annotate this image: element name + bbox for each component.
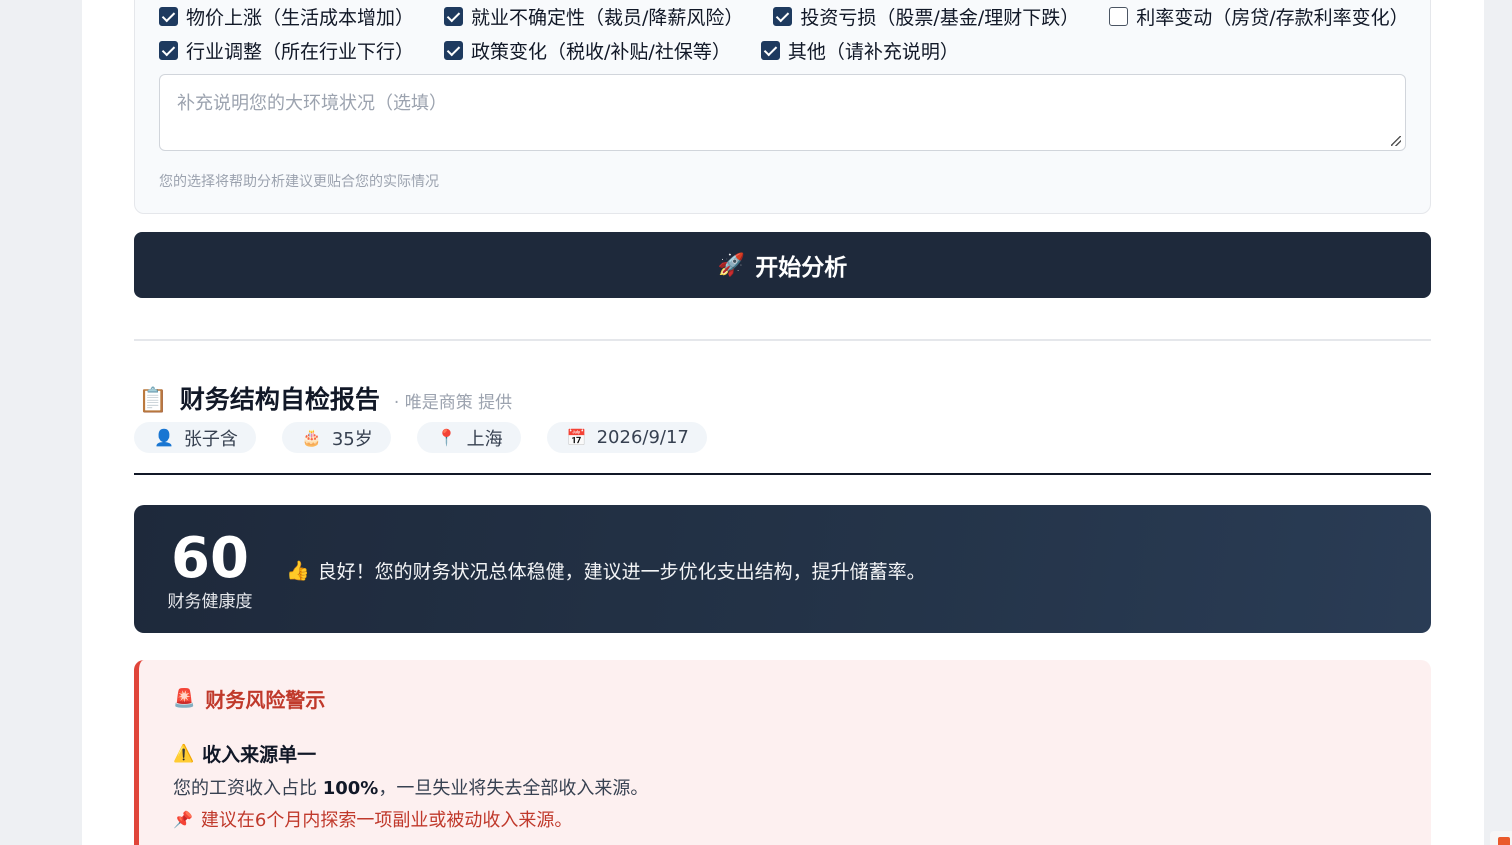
- app-tray-icon[interactable]: [1490, 831, 1512, 845]
- risk-warning-header: 🚨 财务风险警示: [173, 684, 325, 713]
- risk-desc-suffix: ，一旦失业将失去全部收入来源。: [378, 778, 649, 799]
- profile-chip-date: 📅 2026/9/17: [546, 422, 707, 453]
- environment-option-label: 行业调整（所在行业下行）: [186, 41, 415, 63]
- clipboard-icon: 📋: [138, 386, 168, 414]
- environment-option[interactable]: 行业调整（所在行业下行）: [159, 37, 414, 64]
- user-icon: 👤: [154, 428, 174, 447]
- environment-hint: 您的选择将帮助分析建议更贴合您的实际情况: [159, 174, 439, 190]
- risk-warning-card: 🚨 财务风险警示 ⚠️ 收入来源单一 您的工资收入占比 100%，一旦失业将失去…: [134, 660, 1431, 845]
- risk-item-tip: 📌 建议在6个月内探索一项副业或被动收入来源。: [173, 806, 572, 832]
- checkbox-unchecked[interactable]: [1109, 7, 1129, 26]
- environment-options-row-2: 行业调整（所在行业下行） 政策变化（税收/补贴/社保等） 其他（请补充说明）: [159, 37, 989, 64]
- risk-item-description: 您的工资收入占比 100%，一旦失业将失去全部收入来源。: [173, 774, 648, 800]
- report-page: 物价上涨（生活成本增加） 就业不确定性（裁员/降薪风险） 投资亏损（股票/基金/理财…: [82, 0, 1484, 845]
- date-icon: 📅: [566, 428, 587, 447]
- checkbox-checked[interactable]: [444, 41, 464, 60]
- report-header: 📋 财务结构自检报告 · 唯是商策 提供: [138, 380, 512, 416]
- textarea-placeholder: 补充说明您的大环境状况（选填）: [177, 93, 447, 114]
- environment-option[interactable]: 利率变动（房贷/存款利率变化）: [1109, 3, 1409, 30]
- risk-item-title: ⚠️ 收入来源单一: [173, 740, 316, 767]
- rocket-icon: 🚀: [717, 252, 746, 278]
- risk-item-heading: 收入来源单一: [202, 744, 317, 766]
- divider: [134, 339, 1431, 341]
- environment-option-label: 物价上涨（生活成本增加）: [186, 7, 415, 29]
- report-title: 财务结构自检报告: [179, 385, 380, 414]
- risk-desc-prefix: 您的工资收入占比: [173, 778, 323, 799]
- environment-option[interactable]: 物价上涨（生活成本增加）: [159, 3, 414, 30]
- pushpin-icon: 📌: [173, 809, 193, 829]
- profile-chip-location: 📍 上海: [416, 422, 521, 453]
- environment-options-row-1: 物价上涨（生活成本增加） 就业不确定性（裁员/降薪风险） 投资亏损（股票/基金/理财…: [159, 3, 1439, 30]
- health-score-text: 良好！您的财务状况总体稳健，建议进一步优化支出结构，提升储蓄率。: [317, 561, 926, 583]
- age-icon: 🎂: [301, 428, 322, 447]
- risk-tip-text: 建议在6个月内探索一项副业或被动收入来源。: [200, 810, 573, 831]
- environment-note-textarea[interactable]: 补充说明您的大环境状况（选填）: [159, 74, 1406, 151]
- environment-option[interactable]: 投资亏损（股票/基金/理财下跌）: [773, 3, 1079, 30]
- siren-icon: 🚨: [173, 688, 196, 709]
- thumbs-up-icon: 👍: [286, 560, 310, 582]
- profile-chip-text: 张子含: [183, 428, 238, 450]
- environment-option-label: 投资亏损（股票/基金/理财下跌）: [800, 7, 1080, 29]
- health-score-card: 60 财务健康度 👍 良好！您的财务状况总体稳健，建议进一步优化支出结构，提升储…: [134, 505, 1431, 633]
- checkbox-checked[interactable]: [159, 7, 178, 26]
- divider: [134, 473, 1431, 475]
- checkbox-checked[interactable]: [760, 41, 780, 60]
- profile-chip-text: 35岁: [331, 428, 373, 450]
- profile-chips: 👤 张子含 🎂 35岁 📍 上海 📅 2026/9/17: [134, 422, 733, 453]
- start-analysis-label: 开始分析: [755, 255, 848, 281]
- warning-icon: ⚠️: [173, 743, 195, 764]
- environment-option[interactable]: 就业不确定性（裁员/降薪风险）: [444, 3, 743, 30]
- environment-option[interactable]: 其他（请补充说明）: [760, 37, 959, 64]
- resize-handle-icon[interactable]: [1391, 136, 1401, 146]
- environment-card: 物价上涨（生活成本增加） 就业不确定性（裁员/降薪风险） 投资亏损（股票/基金/理财…: [134, 0, 1431, 214]
- risk-warning-title: 财务风险警示: [205, 688, 326, 712]
- environment-option-label: 政策变化（税收/补贴/社保等）: [471, 41, 731, 63]
- environment-option-label: 其他（请补充说明）: [787, 41, 959, 63]
- risk-desc-percent: 100%: [322, 778, 379, 799]
- health-score-message: 👍 良好！您的财务状况总体稳健，建议进一步优化支出结构，提升储蓄率。: [286, 557, 926, 584]
- environment-option-label: 利率变动（房贷/存款利率变化）: [1136, 7, 1409, 29]
- health-score-label: 财务健康度: [167, 592, 253, 612]
- profile-chip-age: 🎂 35岁: [281, 422, 391, 453]
- location-icon: 📍: [436, 428, 457, 447]
- checkbox-checked[interactable]: [444, 7, 464, 26]
- start-analysis-button[interactable]: 🚀 开始分析: [134, 232, 1431, 298]
- checkbox-checked[interactable]: [773, 7, 793, 26]
- profile-chip-text: 上海: [466, 428, 503, 450]
- environment-option[interactable]: 政策变化（税收/补贴/社保等）: [444, 37, 731, 64]
- environment-option-label: 就业不确定性（裁员/降薪风险）: [471, 7, 744, 29]
- profile-chip-text: 2026/9/17: [596, 427, 689, 448]
- profile-chip-user: 👤 张子含: [134, 422, 256, 453]
- report-provider: · 唯是商策 提供: [393, 393, 513, 413]
- health-score-value: 60: [171, 526, 249, 591]
- checkbox-checked[interactable]: [159, 41, 178, 60]
